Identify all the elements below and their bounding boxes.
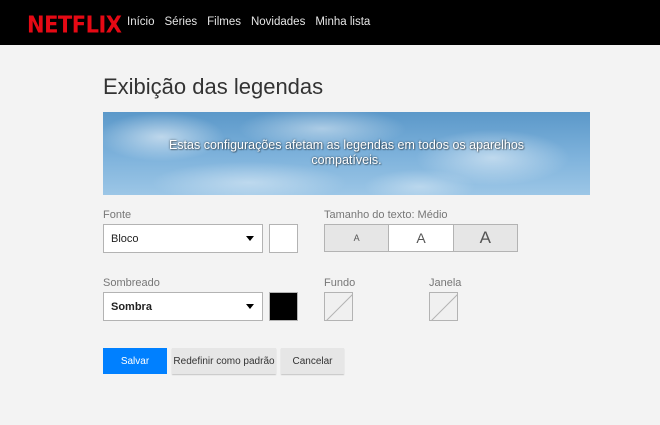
nav-item-filmes[interactable]: Filmes [207,16,241,28]
font-color-swatch[interactable] [269,224,298,253]
nav-item-minha-lista[interactable]: Minha lista [315,16,370,28]
text-size-label: Tamanho do texto: Médio [324,209,448,221]
text-size-selector: A A A [324,224,518,252]
shadow-select-value: Sombra [111,301,152,313]
page-title: Exibição das legendas [103,74,324,99]
shadow-select[interactable]: Sombra [103,292,263,321]
subtitle-preview: Estas configurações afetam as legendas e… [103,112,590,195]
no-color-icon [326,294,352,320]
font-select-value: Bloco [111,233,139,245]
chevron-down-icon [246,236,254,241]
shadow-color-swatch[interactable] [269,292,298,321]
window-color-swatch[interactable] [429,292,458,321]
background-label: Fundo [324,277,356,289]
font-select[interactable]: Bloco [103,224,263,253]
save-button[interactable]: Salvar [103,348,167,374]
nav-item-series[interactable]: Séries [165,16,198,28]
window-label: Janela [429,277,462,289]
netflix-logo[interactable]: NETFLIX [27,11,122,38]
reset-default-button[interactable]: Redefinir como padrão [172,348,276,374]
main-nav: Início Séries Filmes Novidades Minha lis… [127,16,370,28]
nav-item-inicio[interactable]: Início [127,16,155,28]
nav-item-novidades[interactable]: Novidades [251,16,305,28]
background-color-swatch[interactable] [324,292,353,321]
no-color-icon [431,294,457,320]
shadow-label: Sombreado [103,277,160,289]
text-size-small-button[interactable]: A [325,225,390,251]
cancel-button[interactable]: Cancelar [281,348,344,374]
chevron-down-icon [246,304,254,309]
text-size-large-button[interactable]: A [453,225,517,251]
text-size-medium-button[interactable]: A [389,225,454,251]
font-label: Fonte [103,209,132,221]
preview-subtitle-text: Estas configurações afetam as legendas e… [168,138,525,167]
top-navigation-bar: NETFLIX Início Séries Filmes Novidades M… [0,0,660,45]
